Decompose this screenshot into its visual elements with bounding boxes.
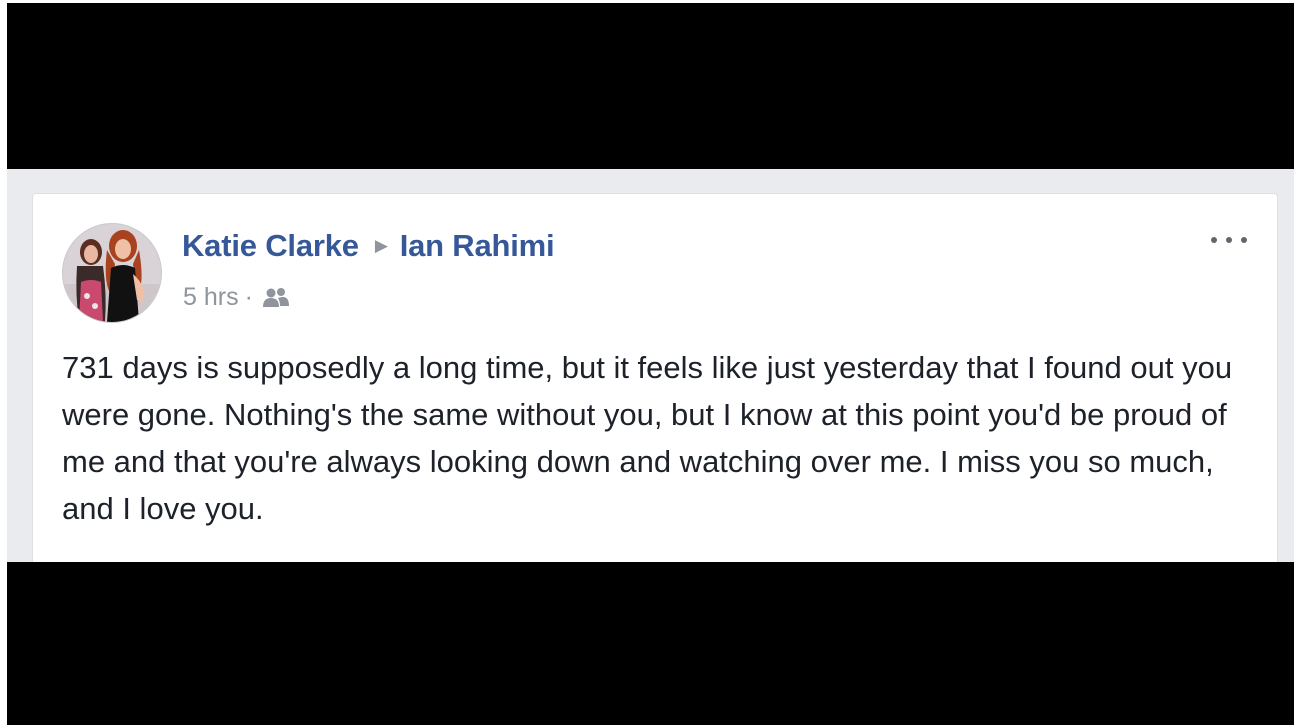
post-meta: 5 hrs · xyxy=(183,283,291,312)
author-name-link[interactable]: Katie Clarke xyxy=(182,228,359,263)
friends-icon[interactable] xyxy=(261,287,291,309)
post-body-text: 731 days is supposedly a long time, but … xyxy=(62,350,1233,526)
post-header-names: Katie Clarke ▶ Ian Rahimi xyxy=(182,228,555,264)
recipient-name-link[interactable]: Ian Rahimi xyxy=(400,228,555,263)
dot xyxy=(1211,237,1217,243)
share-arrow-icon: ▶ xyxy=(374,236,388,255)
post-timestamp[interactable]: 5 hrs xyxy=(183,283,239,312)
dot xyxy=(1241,237,1247,243)
post-card: Katie Clarke ▶ Ian Rahimi 5 hrs · 731 days… xyxy=(32,193,1278,562)
more-options-icon[interactable] xyxy=(1211,230,1247,250)
author-avatar[interactable] xyxy=(62,223,162,323)
dot xyxy=(1226,237,1232,243)
avatar-photo xyxy=(63,224,161,322)
meta-separator: · xyxy=(244,283,253,311)
news-feed: Katie Clarke ▶ Ian Rahimi 5 hrs · 731 days… xyxy=(7,169,1294,562)
